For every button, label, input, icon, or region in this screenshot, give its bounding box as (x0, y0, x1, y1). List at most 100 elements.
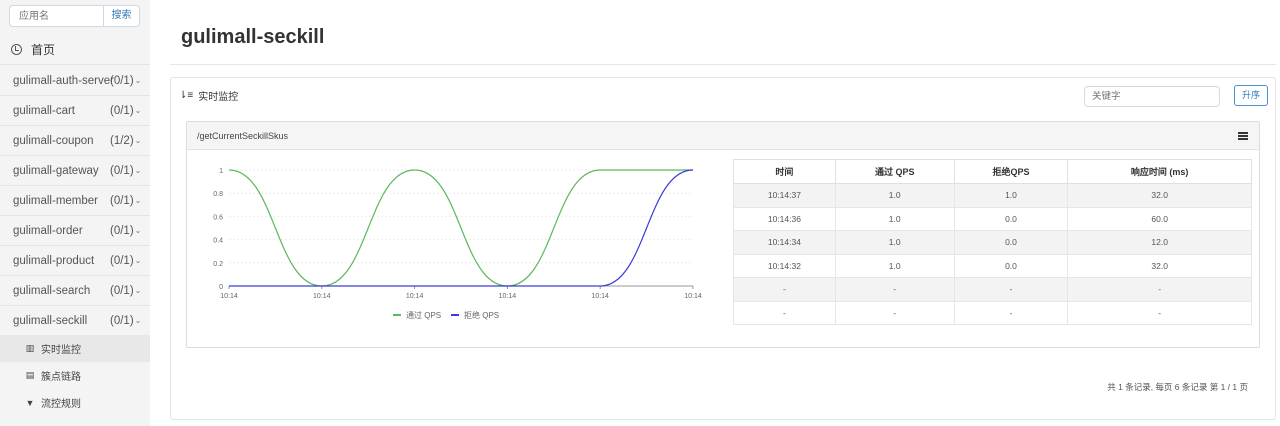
chevron-down-icon: ⌄ (134, 226, 142, 235)
sub-item-label: 流控规则 (41, 399, 81, 410)
list-icon: ▤ (25, 370, 35, 380)
x-tick-label: 10:14 (499, 293, 517, 300)
table-cell: 1.0 (834, 253, 955, 278)
qps-chart: 0 0.2 0.4 0.6 0.8 1 10:14 10:14 10:14 10:14 10:14 1… (213, 168, 702, 320)
app-instance-count: (0/1) (110, 254, 134, 267)
table-cell: - (834, 300, 955, 325)
sidebar-sub-item[interactable]: ▼ 流控规则 (0, 389, 150, 416)
sidebar-app-item[interactable]: gulimall-member (0/1) ⌄ (0, 186, 150, 216)
table-cell: 10:14:36 (733, 206, 836, 231)
pagination-info: 共 1 条记录, 每页 6 条记录 第 1 / 1 页 (1107, 382, 1248, 392)
table-cell: 10:14:32 (733, 253, 836, 278)
table-row: ---- (733, 277, 1252, 302)
table-row: 10:14:36 1.0 0.0 60.0 (733, 206, 1252, 231)
resource-name: /getCurrentSeckillSkus (197, 131, 289, 141)
y-tick-label: 0 (219, 284, 223, 291)
filter-icon: ▼ (25, 397, 35, 408)
sidebar-app-item[interactable]: gulimall-seckill (0/1) ⌄ (0, 306, 150, 336)
table-cell: 0.0 (953, 206, 1069, 231)
app-name: gulimall-coupon (13, 134, 94, 147)
app-name: gulimall-search (13, 284, 91, 297)
sidebar-sub-item[interactable]: ▤ 簇点链路 (0, 362, 150, 389)
panel-title: 实时监控 (198, 92, 239, 103)
series-line (228, 169, 693, 287)
table-header-cell: 时间 (733, 159, 836, 184)
table-cell: 1.0 (953, 183, 1069, 208)
x-tick-label: 10:14 (591, 293, 609, 300)
sidebar-app-item[interactable]: gulimall-search (0/1) ⌄ (0, 276, 150, 306)
table-row: ---- (733, 300, 1252, 325)
app-instance-count: (0/1) (110, 224, 134, 237)
table-cell: - (953, 277, 1069, 302)
sidebar: 搜索 首页 gulimall-auth-server(0/1)⌄gulimall… (0, 0, 150, 426)
chevron-down-icon: ⌄ (134, 76, 142, 85)
keyword-input[interactable] (1084, 86, 1220, 107)
stats-table: 时间 通过 QPS 拒绝QPS 响应时间 (ms) 10:14:37 1.0 1.0 32.… (733, 159, 1252, 325)
x-tick-label: 10:14 (220, 293, 238, 300)
table-cell: 0.0 (953, 253, 1069, 278)
y-tick-label: 0.8 (213, 191, 223, 198)
app-instance-count: (0/1) (110, 194, 134, 207)
table-row: 10:14:32 1.0 0.0 32.0 (733, 253, 1252, 278)
nav-home[interactable]: 首页 (0, 35, 150, 65)
y-tick-label: 0.6 (213, 214, 223, 221)
sub-item-label: 簇点链路 (41, 372, 81, 383)
app-instance-count: (1/2) (110, 134, 134, 147)
sidebar-app-item[interactable]: gulimall-coupon (1/2) ⌄ (0, 126, 150, 156)
app-instance-count: (0/1) (110, 164, 134, 177)
table-cell: 1.0 (834, 230, 955, 255)
app-name: gulimall-gateway (13, 164, 99, 177)
app-name: gulimall-cart (13, 104, 75, 117)
app-name: gulimall-seckill (13, 314, 88, 327)
sidebar-app-item[interactable]: gulimall-cart (0/1) ⌄ (0, 96, 150, 126)
table-cell: - (834, 277, 955, 302)
table-cell: - (1067, 277, 1252, 302)
sidebar-app-item[interactable]: gulimall-gateway (0/1) ⌄ (0, 156, 150, 186)
app-search-input[interactable] (9, 5, 103, 27)
x-tick-label: 10:14 (406, 293, 424, 300)
x-tick-label: 10:14 (313, 293, 331, 300)
chevron-down-icon: ⌄ (134, 136, 142, 145)
chevron-down-icon: ⌄ (134, 106, 142, 115)
table-cell: 32.0 (1067, 253, 1252, 278)
clock-icon (11, 44, 22, 55)
table-cell: 0.0 (953, 230, 1069, 255)
chevron-down-icon: ⌄ (134, 286, 142, 295)
table-cell: 10:14:37 (733, 183, 836, 208)
card-header: /getCurrentSeckillSkus (187, 122, 1259, 150)
app-name: gulimall-order (13, 224, 83, 237)
panel-header: ⇂≡ 实时监控 (179, 88, 238, 103)
bar-chart-icon: ▥ (25, 343, 35, 353)
table-cell: - (1067, 300, 1252, 325)
search-button[interactable]: 搜索 (103, 5, 140, 27)
sort-button[interactable]: 升序 (1234, 85, 1268, 106)
sidebar-app-item[interactable]: gulimall-order (0/1) ⌄ (0, 216, 150, 246)
resource-card: /getCurrentSeckillSkus 0 0.2 0.4 0.6 0.8 1 10:… (186, 121, 1260, 348)
table-header-cell: 通过 QPS (834, 159, 955, 184)
table-cell: 60.0 (1067, 206, 1252, 231)
app-instance-count: (0/1) (110, 104, 134, 117)
app-name: gulimall-member (13, 194, 98, 207)
monitor-panel: ⇂≡ 实时监控 升序 /getCurrentSeckillSkus 0 0.2 0.… (170, 77, 1276, 420)
app-name: gulimall-auth-server (13, 74, 114, 87)
table-cell: - (953, 300, 1069, 325)
main-content: gulimall-seckill ⇂≡ 实时监控 升序 /getCurrentS… (150, 0, 1280, 426)
sub-item-label: 实时监控 (41, 345, 81, 356)
app-instance-count: (0/1) (110, 284, 134, 297)
sidebar-app-item[interactable]: gulimall-auth-server (0/1) ⌄ (0, 66, 150, 96)
sidebar-sub-item[interactable]: ▥ 实时监控 (0, 335, 150, 362)
table-row: 10:14:37 1.0 1.0 32.0 (733, 183, 1252, 208)
app-name: gulimall-product (13, 254, 95, 267)
app-search: 搜索 (9, 5, 140, 27)
chevron-down-icon: ⌄ (134, 196, 142, 205)
chevron-down-icon: ⌄ (134, 256, 142, 265)
chevron-down-icon: ⌄ (134, 316, 142, 325)
table-cell: 12.0 (1067, 230, 1252, 255)
menu-icon[interactable] (1238, 132, 1248, 140)
table-row: 10:14:34 1.0 0.0 12.0 (733, 230, 1252, 255)
y-tick-label: 0.4 (213, 238, 223, 245)
table-header-cell: 拒绝QPS (953, 159, 1069, 184)
y-tick-label: 0.2 (213, 261, 223, 268)
table-cell: - (733, 300, 836, 325)
sidebar-app-item[interactable]: gulimall-product (0/1) ⌄ (0, 246, 150, 276)
